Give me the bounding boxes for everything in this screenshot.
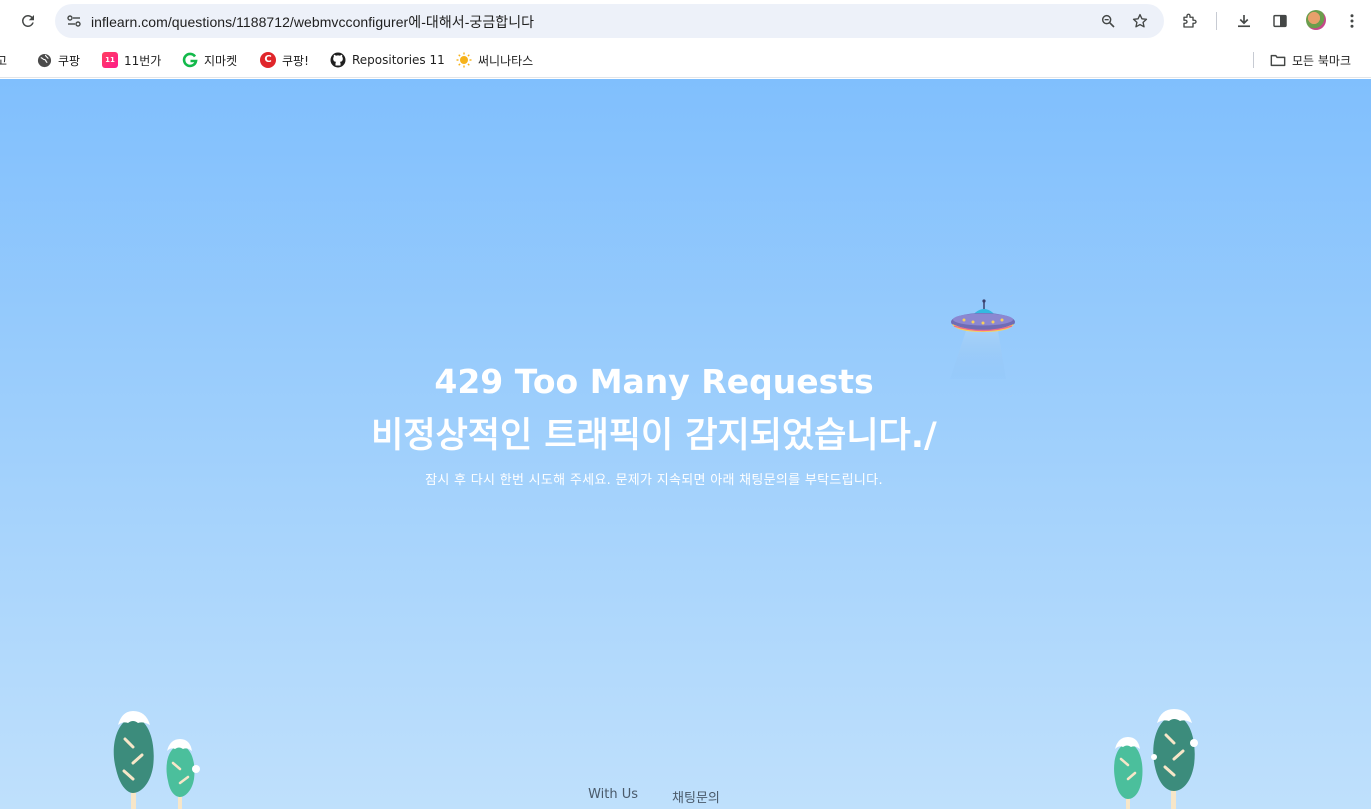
bookmark-star-icon[interactable] <box>1129 10 1151 32</box>
extensions-icon[interactable] <box>1178 9 1202 33</box>
menu-kebab-icon[interactable] <box>1340 9 1364 33</box>
bookmark-label: 쿠팡 <box>58 53 81 68</box>
github-icon <box>330 52 346 68</box>
all-bookmarks-label: 모든 북마크 <box>1292 53 1352 68</box>
bookmark-item[interactable]: 쿠팡 <box>36 50 80 70</box>
with-us-link[interactable]: With Us <box>588 787 638 806</box>
error-heading-korean: 비정상적인 트래픽이 감지되었습니다./ <box>371 416 937 456</box>
profile-avatar[interactable] <box>1306 10 1326 30</box>
all-bookmarks-folder[interactable]: 모든 북마크 <box>1270 50 1351 70</box>
footer-links: With Us 채팅문의 <box>0 787 1308 806</box>
bookmark-label: 고 <box>0 53 8 68</box>
url-text[interactable]: inflearn.com/questions/1188712/webmvccon… <box>91 12 534 32</box>
bookmarks-bar: 고 쿠팡 11 11번가 지마켓 C 쿠팡! Repositories 11 써… <box>0 42 1371 78</box>
bookmark-item[interactable]: 지마켓 <box>182 50 237 70</box>
bookmark-label: 쿠팡! <box>282 53 309 68</box>
zoom-icon[interactable] <box>1097 10 1119 32</box>
bookmark-label: Repositories 11 <box>352 53 445 67</box>
reload-icon[interactable] <box>14 8 42 34</box>
error-subtitle: 잠시 후 다시 한번 시도해 주세요. 문제가 지속되면 아래 채팅문의를 부탁… <box>425 473 883 488</box>
bookmark-item[interactable]: 써니나타스 <box>456 50 533 70</box>
bookmark-item[interactable]: C 쿠팡! <box>260 50 309 70</box>
side-panel-icon[interactable] <box>1268 9 1292 33</box>
globe-icon <box>36 52 52 68</box>
toolbar-divider <box>1216 12 1217 30</box>
bookmark-label: 써니나타스 <box>478 53 534 68</box>
bookmark-label: 지마켓 <box>204 53 238 68</box>
bookmarks-divider <box>1253 52 1254 68</box>
download-icon[interactable] <box>1232 9 1256 33</box>
site-info-icon[interactable] <box>62 9 86 33</box>
bookmark-label: 11번가 <box>124 53 162 68</box>
address-bar[interactable]: inflearn.com/questions/1188712/webmvccon… <box>55 4 1164 38</box>
gmarket-g-icon <box>182 52 198 68</box>
coupang-c-icon: C <box>260 52 276 68</box>
bookmark-item[interactable]: 11 11번가 <box>102 50 161 70</box>
bookmark-item[interactable]: 고 <box>0 50 7 70</box>
11st-logo-icon: 11 <box>102 52 118 68</box>
browser-toolbar: inflearn.com/questions/1188712/webmvccon… <box>0 0 1371 42</box>
sun-icon <box>456 52 472 68</box>
bookmark-item[interactable]: Repositories 11 <box>330 50 445 70</box>
chat-inquiry-link[interactable]: 채팅문의 <box>672 787 720 806</box>
error-title: 429 Too Many Requests <box>434 362 874 401</box>
folder-icon <box>1270 52 1286 68</box>
error-page: 429 Too Many Requests 비정상적인 트래픽이 감지되었습니다… <box>0 79 1371 809</box>
